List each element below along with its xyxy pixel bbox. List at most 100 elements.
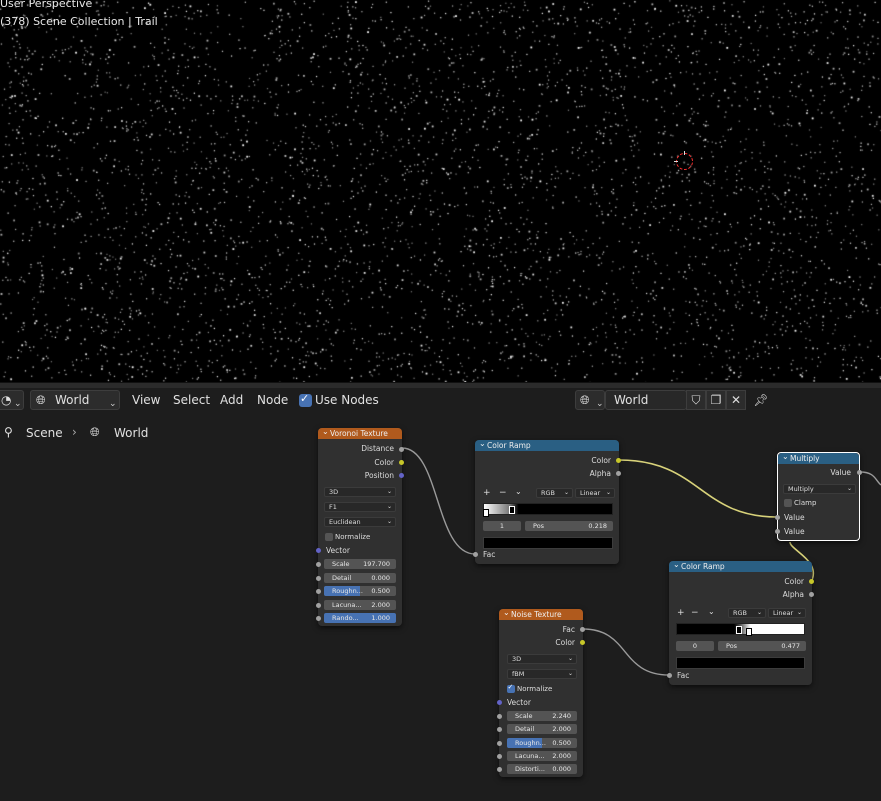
metric-select[interactable]: Euclidean ⌄: [324, 517, 396, 527]
node-header[interactable]: Color Ramp: [475, 438, 619, 451]
color-ramp-node-2[interactable]: Color Ramp Color Alpha + − ⌄ RGB ⌄ Linear…: [667, 559, 814, 685]
randomness-field[interactable]: Rando... 1.000: [324, 613, 396, 623]
socket-detail[interactable]: [497, 727, 502, 732]
input-value-2: Value: [784, 527, 805, 536]
socket-distance[interactable]: [399, 447, 404, 452]
socket-color[interactable]: [616, 458, 621, 463]
output-alpha: Alpha: [782, 590, 804, 599]
socket-vector[interactable]: [497, 700, 502, 705]
socket-fac[interactable]: [473, 552, 478, 557]
interpolation-select[interactable]: Linear ⌄: [768, 608, 806, 618]
field-label: Detail: [515, 725, 535, 733]
color-mode-select[interactable]: RGB ⌄: [728, 608, 766, 618]
feature-value: F1: [329, 503, 337, 511]
lacunarity-field[interactable]: Lacuna... 2.000: [507, 751, 577, 761]
chevron-down-icon: ⌄: [605, 489, 611, 496]
socket-color[interactable]: [580, 640, 585, 645]
field-value: 2.000: [552, 752, 571, 760]
socket-color[interactable]: [809, 579, 814, 584]
stop-index-field[interactable]: 1: [483, 521, 521, 531]
roughness-field[interactable]: Roughn... 0.500: [507, 738, 577, 748]
clamp-checkbox[interactable]: [784, 499, 792, 507]
chevron-down-icon[interactable]: ⌄: [708, 607, 715, 616]
chevron-down-icon: ⌄: [386, 488, 392, 495]
output-color: Color: [555, 638, 575, 647]
detail-field[interactable]: Detail 2.000: [507, 724, 577, 734]
input-fac: Fac: [483, 550, 496, 559]
ramp-stop-handle[interactable]: [483, 509, 489, 517]
link-noise-ramp2[interactable]: [582, 628, 670, 676]
stop-index-field[interactable]: 0: [676, 641, 714, 651]
noise-texture-node[interactable]: Noise Texture Fac Color 3D ⌄ fBM ⌄ Normali…: [497, 607, 585, 777]
socket-scale[interactable]: [497, 714, 502, 719]
node-header[interactable]: Multiply: [778, 451, 859, 464]
stop-color-swatch[interactable]: [676, 657, 805, 669]
chevron-down-icon: ⌄: [756, 609, 762, 616]
node-header[interactable]: Noise Texture: [499, 607, 583, 620]
socket-lacunarity[interactable]: [497, 754, 502, 759]
socket-vector[interactable]: [316, 548, 321, 553]
field-label: Distorti...: [515, 765, 545, 773]
stop-color-swatch[interactable]: [483, 537, 613, 549]
normalize-checkbox[interactable]: [507, 683, 515, 693]
color-ramp-gradient[interactable]: [483, 503, 613, 515]
field-label: Pos: [726, 642, 738, 650]
detail-field[interactable]: Detail 0.000: [324, 573, 396, 583]
socket-position[interactable]: [399, 473, 404, 478]
field-label: Roughn...: [515, 739, 546, 747]
distortion-field[interactable]: Distorti... 0.000: [507, 764, 577, 774]
socket-detail[interactable]: [316, 576, 321, 581]
dimension-select[interactable]: 3D ⌄: [507, 654, 577, 664]
feature-select[interactable]: F1 ⌄: [324, 502, 396, 512]
voronoi-texture-node[interactable]: Voronoi Texture Distance Color Position …: [316, 426, 404, 626]
socket-color[interactable]: [399, 460, 404, 465]
roughness-field[interactable]: Roughn... 0.500: [324, 586, 396, 596]
color-mode-value: RGB: [541, 489, 556, 497]
operation-select[interactable]: Multiply ⌄: [783, 484, 856, 494]
output-color: Color: [591, 456, 611, 465]
output-fac: Fac: [562, 625, 575, 634]
color-mode-select[interactable]: RGB ⌄: [536, 488, 573, 498]
scale-field[interactable]: Scale 2.240: [507, 711, 577, 721]
socket-distortion[interactable]: [497, 767, 502, 772]
input-vector: Vector: [507, 698, 531, 707]
chevron-down-icon: ⌄: [567, 655, 573, 662]
interpolation-select[interactable]: Linear ⌄: [575, 488, 615, 498]
link-multiply-out[interactable]: [859, 471, 881, 486]
multiply-math-node[interactable]: Multiply Value Multiply ⌄ Clamp Value Val…: [775, 451, 862, 541]
node-header[interactable]: Voronoi Texture: [318, 426, 402, 439]
noise-type-select[interactable]: fBM ⌄: [507, 669, 577, 679]
add-stop-icon[interactable]: +: [677, 608, 685, 618]
socket-fac[interactable]: [580, 627, 585, 632]
node-header[interactable]: Color Ramp: [669, 559, 812, 572]
ramp-stop-handle-active[interactable]: [736, 626, 742, 634]
remove-stop-icon[interactable]: −: [499, 488, 507, 498]
link-ramp1-multiply[interactable]: [618, 459, 778, 518]
socket-alpha[interactable]: [809, 592, 814, 597]
add-stop-icon[interactable]: +: [483, 488, 491, 498]
socket-roughness[interactable]: [497, 741, 502, 746]
socket-value-2[interactable]: [775, 529, 780, 534]
scale-field[interactable]: Scale 197.700: [324, 559, 396, 569]
stop-position-field[interactable]: Pos 0.218: [525, 521, 613, 531]
remove-stop-icon[interactable]: −: [691, 608, 699, 618]
socket-value-out[interactable]: [857, 470, 862, 475]
dimension-select[interactable]: 3D ⌄: [324, 487, 396, 497]
ramp-stop-handle-active[interactable]: [509, 506, 515, 514]
socket-value-1[interactable]: [775, 515, 780, 520]
chevron-down-icon: ⌄: [386, 518, 392, 525]
normalize-checkbox[interactable]: [325, 533, 333, 541]
lacunarity-field[interactable]: Lacuna... 2.000: [324, 600, 396, 610]
socket-fac[interactable]: [667, 673, 672, 678]
socket-scale[interactable]: [316, 562, 321, 567]
field-label: Scale: [332, 560, 350, 568]
socket-roughness[interactable]: [316, 589, 321, 594]
link-voronoi-ramp1[interactable]: [401, 447, 476, 555]
socket-lacunarity[interactable]: [316, 603, 321, 608]
ramp-stop-handle[interactable]: [746, 628, 752, 636]
chevron-down-icon[interactable]: ⌄: [515, 487, 522, 496]
stop-position-field[interactable]: Pos 0.477: [718, 641, 806, 651]
color-ramp-node-1[interactable]: Color Ramp Color Alpha + − ⌄ RGB ⌄ Linear…: [473, 438, 621, 564]
socket-randomness[interactable]: [316, 616, 321, 621]
socket-alpha[interactable]: [616, 471, 621, 476]
